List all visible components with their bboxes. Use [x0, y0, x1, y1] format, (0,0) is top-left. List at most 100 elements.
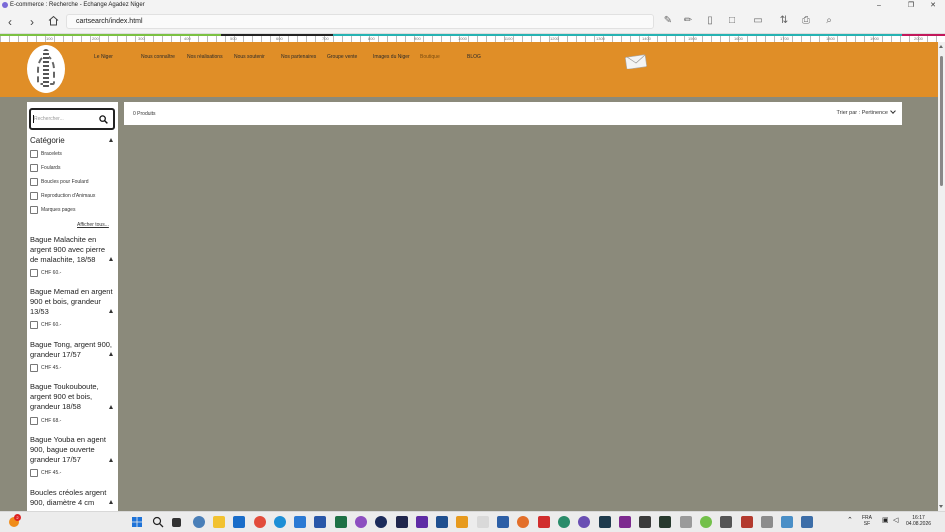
page-scrollbar[interactable] [938, 42, 945, 511]
page-icon[interactable]: □ [725, 14, 739, 28]
scroll-up-icon[interactable] [939, 45, 943, 48]
minimize-button[interactable]: – [871, 1, 887, 10]
product-filter-title: Bague Malachite en argent 900 avec pierr… [30, 235, 106, 264]
scroll-down-icon[interactable] [939, 505, 943, 508]
tray-chevron-icon[interactable]: ⌃ [847, 517, 853, 524]
collapse-triangle-icon[interactable] [109, 309, 113, 313]
collapse-triangle-icon[interactable] [109, 257, 113, 261]
app-icon[interactable] [700, 516, 712, 528]
pdf-icon[interactable] [477, 516, 489, 528]
volume-icon[interactable]: ◁ [893, 517, 898, 524]
app-icon[interactable] [599, 516, 611, 528]
word-alt-icon[interactable] [294, 516, 306, 528]
app-icon[interactable] [517, 516, 529, 528]
app-icon[interactable] [639, 516, 651, 528]
app-icon[interactable] [619, 516, 631, 528]
checkbox[interactable] [30, 164, 38, 172]
product-filter-title: Bague Memad en argent 900 et bois, grand… [30, 287, 113, 316]
app-icon[interactable] [761, 516, 773, 528]
phone-icon[interactable]: ▯ [703, 14, 717, 28]
envelope-icon[interactable] [625, 53, 648, 69]
app-icon[interactable] [680, 516, 692, 528]
photoshop-icon[interactable] [436, 516, 448, 528]
forward-icon[interactable]: › [25, 15, 39, 29]
menu-nous-connaitre[interactable]: Nous connaître [141, 54, 175, 60]
pencil-icon[interactable]: ✏ [681, 14, 695, 28]
network-icon[interactable]: ▣ [882, 517, 889, 524]
restore-button[interactable]: ❐ [903, 1, 919, 10]
app-icon[interactable] [355, 516, 367, 528]
windows-start-icon[interactable] [131, 516, 143, 528]
app-icon[interactable] [801, 516, 813, 528]
show-all-link[interactable]: Afficher tous... [77, 222, 109, 228]
desktop-icon[interactable]: ▭ [751, 14, 765, 28]
search-icon[interactable] [152, 516, 164, 528]
sort-dropdown[interactable]: Trier par : Pertinence [836, 108, 896, 116]
menu-le-niger[interactable]: Le Niger [94, 54, 113, 60]
chrome-icon[interactable] [254, 516, 266, 528]
clock[interactable]: 16:17 04.08.2026 [906, 515, 931, 527]
checkbox[interactable] [30, 321, 38, 329]
checkbox[interactable] [30, 269, 38, 277]
app-icon[interactable] [416, 516, 428, 528]
content-background [0, 97, 938, 511]
site-logo[interactable] [27, 45, 65, 93]
app-icon[interactable] [741, 516, 753, 528]
home-icon[interactable] [46, 15, 60, 29]
outlook-icon[interactable] [233, 516, 245, 528]
ruler-label: 1200 [550, 36, 559, 41]
app-icon[interactable] [375, 516, 387, 528]
preview-icon[interactable]: ⌕ [822, 14, 836, 28]
search-icon[interactable] [99, 115, 108, 124]
notification-icon[interactable]: 2 [9, 514, 21, 527]
ruler-label: 100 [46, 36, 53, 41]
checkbox[interactable] [30, 192, 38, 200]
file-explorer-icon[interactable] [213, 516, 225, 528]
menu-nous-soutenir[interactable]: Nous soutenir [234, 54, 265, 60]
product-filter-title: Bague Youba en agent 900, bague ouverte … [30, 435, 106, 464]
checkbox[interactable] [30, 417, 38, 425]
menu-groupe-vente[interactable]: Groupe vente [327, 54, 357, 60]
app-icon[interactable] [558, 516, 570, 528]
collapse-triangle-icon[interactable] [109, 405, 113, 409]
app-icon[interactable] [781, 516, 793, 528]
edit-page-icon[interactable]: ✎ [661, 14, 675, 28]
app-icon[interactable] [396, 516, 408, 528]
document-icon[interactable]: ⎙ [799, 14, 813, 28]
app-icon[interactable] [497, 516, 509, 528]
checkbox[interactable] [30, 150, 38, 158]
menu-nos-realisations[interactable]: Nos réalisations [187, 54, 223, 60]
collapse-triangle-icon[interactable] [109, 458, 113, 462]
checkbox[interactable] [30, 178, 38, 186]
language-indicator[interactable]: FRA SF [862, 515, 872, 527]
search-input[interactable]: Rechercher... [29, 108, 115, 130]
scrollbar-thumb[interactable] [940, 56, 943, 186]
excel-icon[interactable] [335, 516, 347, 528]
sort-label: Trier par : Pertinence [836, 110, 888, 116]
collapse-triangle-icon[interactable] [109, 500, 113, 504]
checkbox[interactable] [30, 206, 38, 214]
illustrator-icon[interactable] [456, 516, 468, 528]
address-bar[interactable]: cartsearch/index.html [66, 14, 654, 29]
checkbox[interactable] [30, 469, 38, 477]
collapse-triangle-icon[interactable] [109, 352, 113, 356]
app-icon[interactable] [720, 516, 732, 528]
menu-nos-partenaires[interactable]: Nos partenaires [281, 54, 316, 60]
app-icon[interactable] [538, 516, 550, 528]
transfer-icon[interactable]: ⇅ [777, 14, 791, 28]
menu-blog[interactable]: BLOG [467, 54, 481, 60]
app-icon[interactable] [659, 516, 671, 528]
results-toolbar: 0 Produits Trier par : Pertinence [124, 102, 902, 125]
close-button[interactable]: ✕ [925, 1, 941, 10]
menu-images-du-niger[interactable]: Images du Niger [373, 54, 410, 60]
word-icon[interactable] [314, 516, 326, 528]
menu-boutique[interactable]: Boutique [420, 54, 440, 60]
edge-icon[interactable] [274, 516, 286, 528]
back-icon[interactable]: ‹ [3, 15, 17, 29]
collapse-triangle-icon[interactable] [109, 138, 113, 142]
site-header: Le Niger Nous connaître Nos réalisations… [0, 42, 938, 97]
app-icon[interactable] [578, 516, 590, 528]
task-view-icon[interactable] [172, 518, 181, 527]
settings-icon[interactable] [193, 516, 205, 528]
checkbox[interactable] [30, 364, 38, 372]
